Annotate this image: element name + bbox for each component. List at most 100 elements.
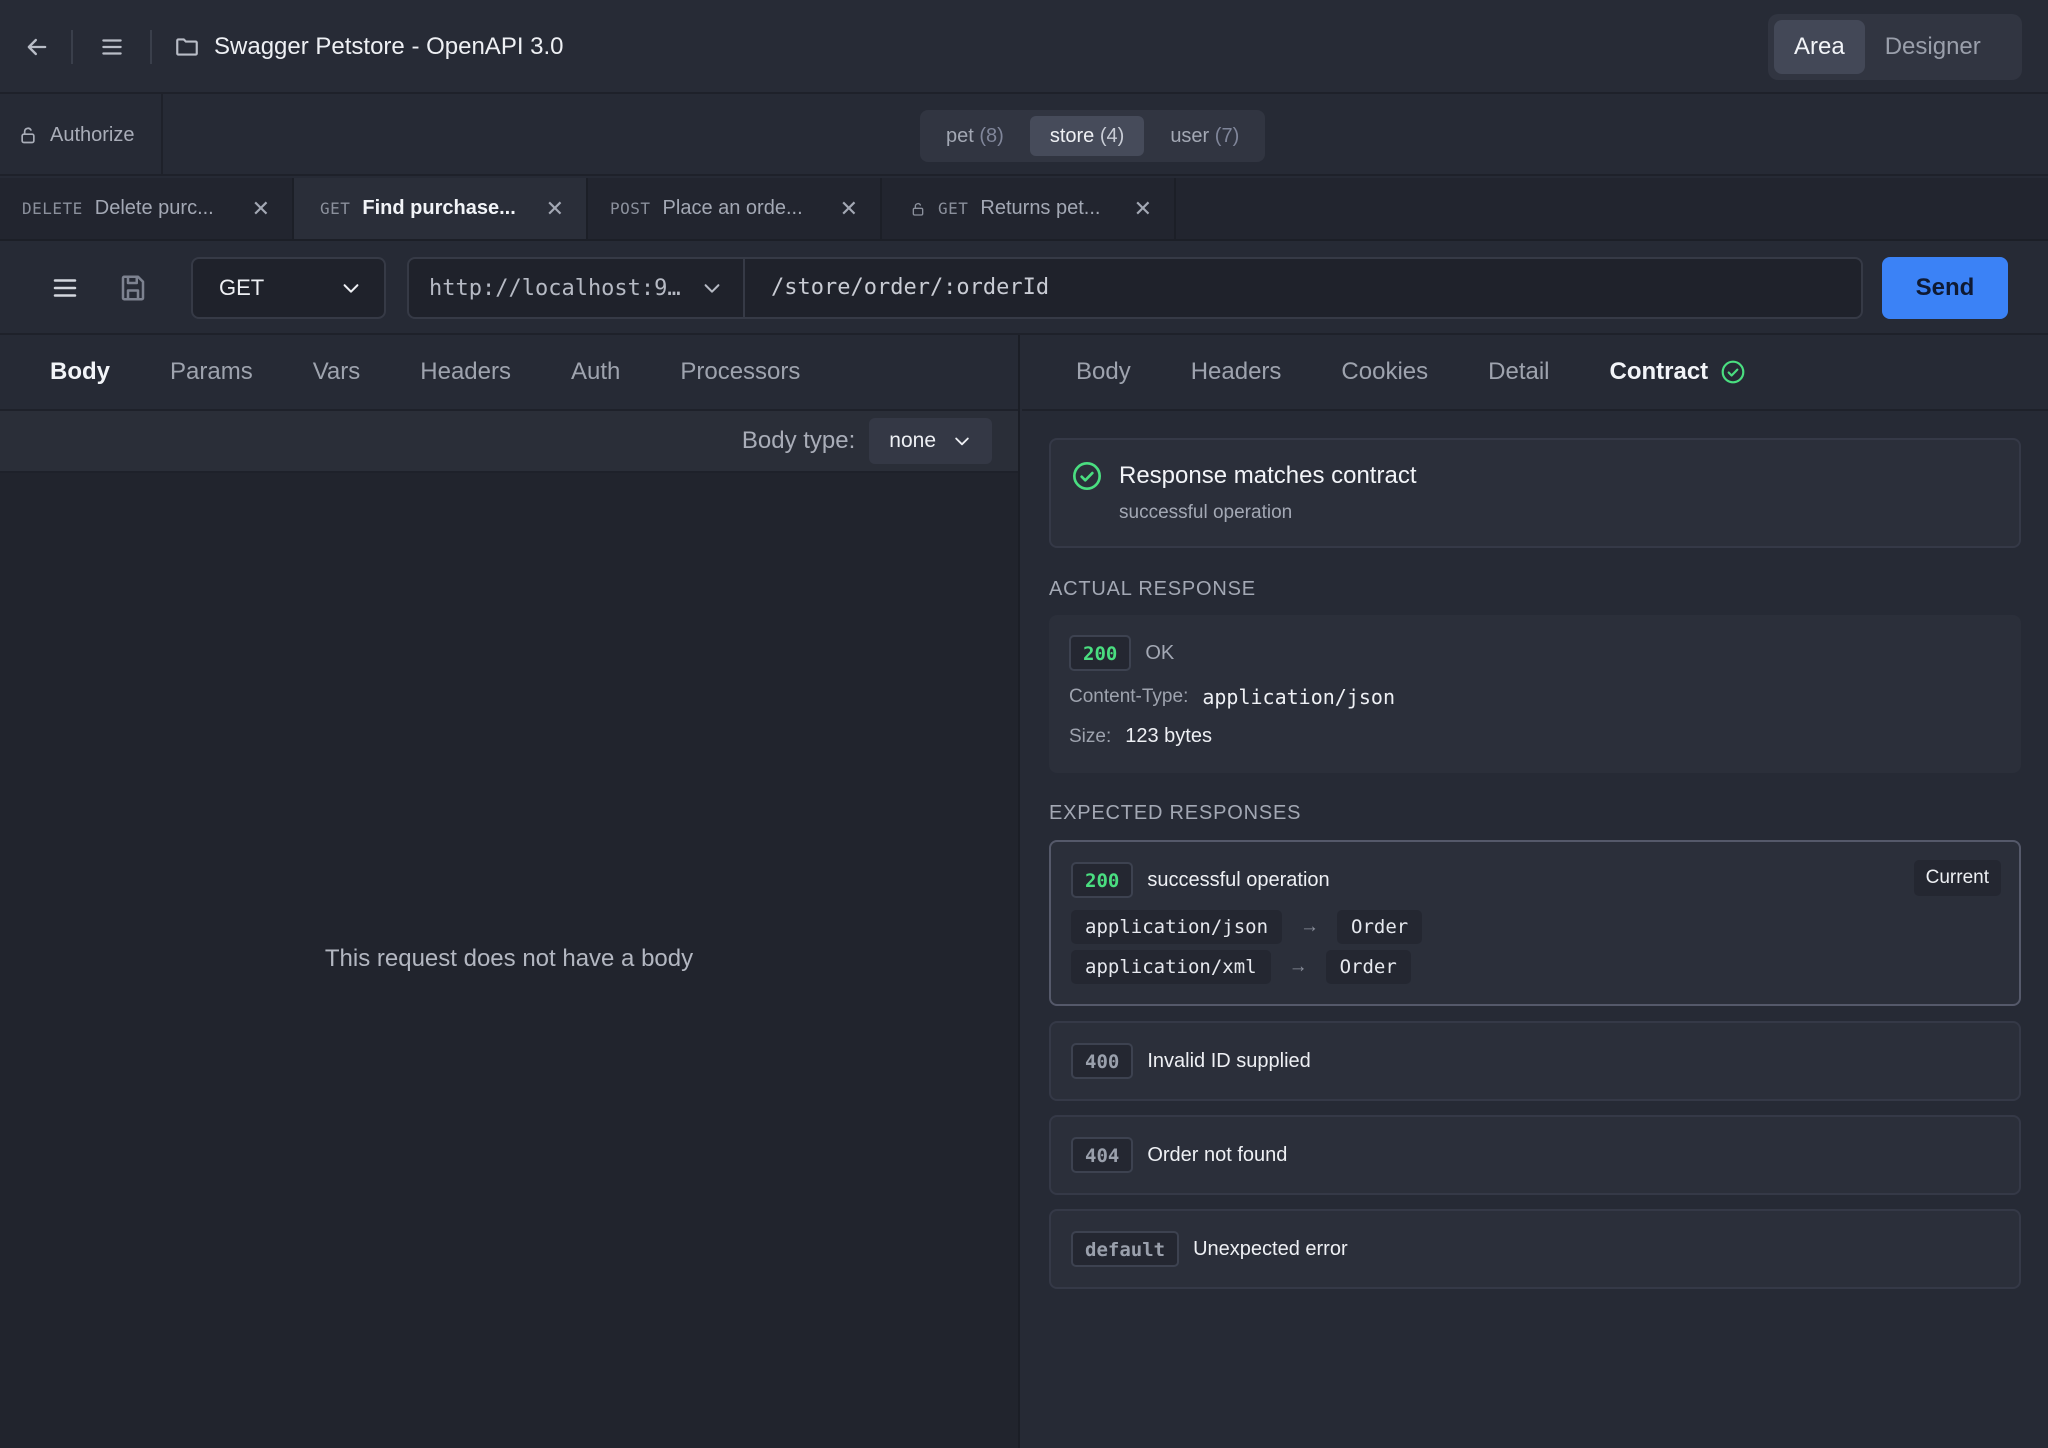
expected-response-card[interactable]: 400 Invalid ID supplied [1049,1021,2021,1101]
response-description: successful operation [1147,868,1330,891]
expected-response-card[interactable]: default Unexpected error [1049,1209,2021,1289]
tab-processors[interactable]: Processors [680,358,800,386]
request-pane-tabs: Body Params Vars Headers Auth Processors [0,335,1018,411]
send-button[interactable]: Send [1882,257,2008,319]
content-type-value: application/json [1202,685,1395,709]
close-icon[interactable]: ✕ [1134,196,1152,222]
request-tab[interactable]: GET Returns pet... ✕ [882,178,1176,239]
divider [150,30,152,64]
lock-icon [910,200,926,218]
body-type-bar: Body type: none [0,411,1018,473]
expected-responses-heading: EXPECTED RESPONSES [1049,802,1302,824]
tag-store[interactable]: store (4) [1029,116,1145,156]
tag-pet[interactable]: pet (8) [926,116,1024,156]
lock-icon [18,124,38,146]
current-badge: Current [1913,860,2001,896]
tag-count: (8) [979,125,1004,147]
actual-response-card: 200 OK Content-Type: application/json Si… [1049,615,2021,773]
arrow-right-icon: → [1300,916,1320,937]
tag-name: pet [946,125,974,147]
method-label: POST [610,199,651,218]
chevron-down-icon [952,431,972,451]
path-input[interactable]: /store/order/:orderId [743,257,1863,319]
authorize-button[interactable]: Authorize [0,94,163,176]
close-icon[interactable]: ✕ [840,196,858,222]
method-select[interactable]: GET [191,257,386,319]
tab-cookies[interactable]: Cookies [1341,358,1428,386]
size-value: 123 bytes [1125,725,1212,747]
request-tab-title: Find purchase... [362,197,516,219]
status-code-badge: 400 [1071,1043,1134,1079]
save-icon[interactable] [116,271,150,305]
tab-response-headers[interactable]: Headers [1191,358,1282,386]
request-tab[interactable]: DELETE Delete purc... ✕ [0,178,294,239]
media-type-chip: application/xml [1071,950,1271,984]
tab-response-body[interactable]: Body [1076,358,1131,386]
request-tab-title: Delete purc... [94,197,214,219]
menu-icon[interactable] [95,30,129,64]
tab-headers[interactable]: Headers [420,358,511,386]
check-circle-icon [1071,460,1103,492]
response-description: Order not found [1147,1143,1288,1166]
server-select[interactable]: http://localhost:9… [407,257,745,319]
close-icon[interactable]: ✕ [546,196,564,222]
body-type-value: none [889,429,936,452]
response-description: Unexpected error [1193,1237,1348,1260]
tab-contract-label: Contract [1609,358,1709,385]
tag-count: (7) [1214,125,1240,147]
response-pane-tabs: Body Headers Cookies Detail Contract [1022,335,2048,411]
workspace-title: Swagger Petstore - OpenAPI 3.0 [214,33,564,60]
actual-response-heading: ACTUAL RESPONSE [1049,578,1256,600]
check-circle-icon [1720,359,1746,385]
mode-area-button[interactable]: Area [1774,20,1865,74]
url-bar: GET http://localhost:9… /store/order/:or… [0,241,2048,335]
media-type-chip: application/json [1071,910,1283,944]
contract-match-title: Response matches contract [1119,462,1417,489]
expected-response-card[interactable]: 200 successful operation Current applica… [1049,840,2021,1006]
tag-user[interactable]: user (7) [1150,116,1259,156]
status-text: OK [1145,641,1175,664]
tab-body[interactable]: Body [50,358,110,386]
body-type-select[interactable]: none [869,418,992,464]
method-value: GET [219,275,265,300]
response-pane: Body Headers Cookies Detail Contract Res… [1022,335,2048,1448]
contract-match-subtitle: successful operation [1119,502,1293,523]
schema-chip: Order [1325,950,1411,984]
server-value: http://localhost:9… [429,275,681,301]
tab-auth[interactable]: Auth [571,358,620,386]
chevron-down-icon [340,277,362,299]
folder-icon [170,30,204,64]
method-label: DELETE [22,199,83,218]
top-bar: Swagger Petstore - OpenAPI 3.0 Area Desi… [0,0,2048,94]
mode-designer-button[interactable]: Designer [1865,20,2001,74]
back-arrow-icon[interactable] [20,30,54,64]
tab-params[interactable]: Params [170,358,253,386]
tag-name: store [1049,125,1095,147]
status-code-badge: default [1071,1231,1180,1267]
mode-switch: Area Designer [1768,14,2022,80]
request-pane: Body Params Vars Headers Auth Processors… [0,335,1020,1448]
expected-response-card[interactable]: 404 Order not found [1049,1115,2021,1195]
request-tabs: DELETE Delete purc... ✕ GET Find purchas… [0,178,2048,241]
close-icon[interactable]: ✕ [252,196,270,222]
tab-contract[interactable]: Contract [1610,358,1747,386]
method-label: GET [320,199,351,218]
size-label: Size: [1069,725,1112,747]
divider [71,30,73,64]
status-code-badge: 404 [1071,1137,1134,1173]
contract-match-card: Response matches contract successful ope… [1049,438,2021,548]
authorize-label: Authorize [50,123,135,146]
body-type-label: Body type: [741,427,856,454]
empty-body-message: This request does not have a body [324,945,694,972]
sidebar-toggle-icon[interactable] [48,271,82,305]
tag-name: user [1170,125,1210,147]
request-tab-title: Place an orde... [662,197,803,219]
tab-vars[interactable]: Vars [313,358,361,386]
request-tab-active[interactable]: GET Find purchase... ✕ [294,178,588,239]
status-code-badge: 200 [1071,862,1134,898]
tab-detail[interactable]: Detail [1488,358,1549,386]
request-tab-title: Returns pet... [980,197,1101,219]
tag-count: (4) [1099,125,1125,147]
tag-bar: Authorize pet (8) store (4) user (7) [0,94,2048,176]
request-tab[interactable]: POST Place an orde... ✕ [588,178,882,239]
